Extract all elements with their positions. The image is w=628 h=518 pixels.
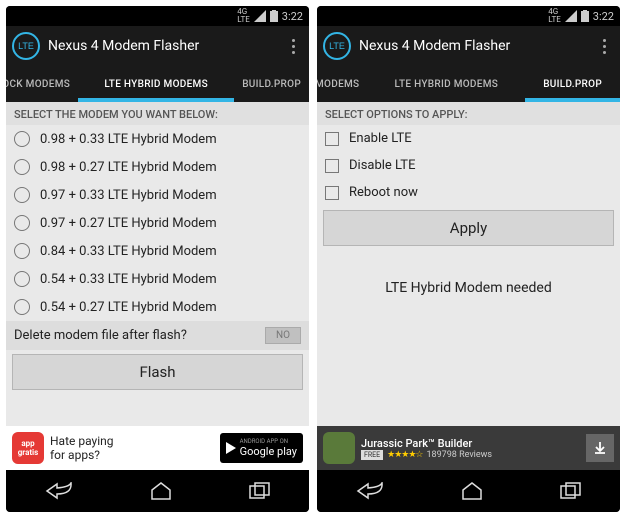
flash-button[interactable]: Flash [12, 354, 303, 390]
modem-label: 0.98 + 0.27 LTE Hybrid Modem [40, 160, 217, 175]
status-bar: 4G LTE 3:22 [6, 6, 309, 26]
badge-top: ANDROID APP ON [240, 438, 297, 445]
download-button[interactable] [586, 434, 614, 462]
nav-bar [6, 470, 309, 512]
option-disable-lte[interactable]: Disable LTE [317, 152, 620, 179]
ad-line2: for apps? [50, 448, 214, 462]
modem-option[interactable]: 0.98 + 0.33 LTE Hybrid Modem [6, 125, 309, 153]
nav-bar [317, 470, 620, 512]
modem-label: 0.84 + 0.33 LTE Hybrid Modem [40, 244, 217, 259]
delete-after-flash-row: Delete modem file after flash? NO [6, 321, 309, 350]
content-area: SELECT OPTIONS TO APPLY: Enable LTE Disa… [317, 102, 620, 470]
ad-banner[interactable]: app gratis Hate paying for apps? ANDROID… [6, 426, 309, 470]
app-icon: LTE [323, 32, 351, 60]
back-icon[interactable] [45, 482, 73, 500]
svg-text:LTE: LTE [329, 41, 345, 51]
action-bar: LTE Nexus 4 Modem Flasher [317, 26, 620, 66]
play-icon [226, 442, 236, 454]
signal-icon [254, 10, 266, 22]
home-icon[interactable] [461, 482, 483, 500]
tab-lte-hybrid-modems[interactable]: LTE HYBRID MODEMS [367, 66, 525, 102]
action-bar: LTE Nexus 4 Modem Flasher [6, 26, 309, 66]
radio-icon [14, 271, 30, 287]
svg-text:LTE: LTE [18, 41, 34, 51]
phone-right: 4G LTE 3:22 LTE Nexus 4 Modem Flasher MO… [317, 6, 620, 512]
status-message: LTE Hybrid Modem needed [317, 250, 620, 326]
recents-icon[interactable] [249, 482, 271, 500]
overflow-menu-icon[interactable] [283, 39, 303, 54]
ad-app-icon: app gratis [12, 432, 44, 464]
download-icon [593, 441, 607, 455]
radio-icon [14, 299, 30, 315]
tab-build-prop[interactable]: BUILD.PROP [234, 66, 309, 102]
network-indicator: 4G LTE [548, 8, 561, 24]
checkbox-icon [325, 159, 339, 173]
tab-build-prop[interactable]: BUILD.PROP [525, 66, 620, 102]
modem-option[interactable]: 0.84 + 0.33 LTE Hybrid Modem [6, 237, 309, 265]
phone-left: 4G LTE 3:22 LTE Nexus 4 Modem Flasher TO… [6, 6, 309, 512]
free-badge: FREE [361, 450, 383, 460]
modem-option[interactable]: 0.54 + 0.27 LTE Hybrid Modem [6, 293, 309, 321]
radio-icon [14, 159, 30, 175]
tab-lte-hybrid-modems[interactable]: LTE HYBRID MODEMS [78, 66, 234, 102]
modem-label: 0.54 + 0.33 LTE Hybrid Modem [40, 272, 217, 287]
radio-icon [14, 215, 30, 231]
ad-banner[interactable]: Jurassic Park™ Builder FREE ★★★★☆ 189798… [317, 426, 620, 470]
tab-stock-modems[interactable]: TOCK MODEMS [6, 66, 78, 102]
battery-icon [270, 10, 278, 22]
option-label: Disable LTE [349, 158, 415, 173]
radio-icon [14, 187, 30, 203]
option-label: Enable LTE [349, 131, 412, 146]
ad-line1: Hate paying [50, 434, 214, 448]
modem-label: 0.98 + 0.33 LTE Hybrid Modem [40, 132, 217, 147]
checkbox-icon [325, 186, 339, 200]
google-play-badge[interactable]: ANDROID APP ON Google play [220, 433, 303, 463]
content-area: SELECT THE MODEM YOU WANT BELOW: 0.98 + … [6, 102, 309, 470]
clock: 3:22 [593, 10, 614, 23]
app-title: Nexus 4 Modem Flasher [359, 38, 586, 54]
signal-icon [565, 10, 577, 22]
modem-option[interactable]: 0.97 + 0.27 LTE Hybrid Modem [6, 209, 309, 237]
ad-app-icon [323, 432, 355, 464]
modem-option[interactable]: 0.98 + 0.27 LTE Hybrid Modem [6, 153, 309, 181]
recents-icon[interactable] [560, 482, 582, 500]
modem-label: 0.97 + 0.27 LTE Hybrid Modem [40, 216, 217, 231]
tab-bar: TOCK MODEMS LTE HYBRID MODEMS BUILD.PROP [6, 66, 309, 102]
apply-button[interactable]: Apply [323, 210, 614, 246]
section-header: SELECT OPTIONS TO APPLY: [317, 102, 620, 125]
badge-label: Google play [240, 445, 297, 458]
app-title: Nexus 4 Modem Flasher [48, 38, 275, 54]
radio-icon [14, 243, 30, 259]
ad-title: Jurassic Park™ Builder [361, 437, 580, 450]
delete-toggle[interactable]: NO [265, 327, 301, 344]
radio-icon [14, 131, 30, 147]
option-label: Reboot now [349, 185, 418, 200]
battery-icon [581, 10, 589, 22]
section-header: SELECT THE MODEM YOU WANT BELOW: [6, 102, 309, 125]
clock: 3:22 [282, 10, 303, 23]
option-enable-lte[interactable]: Enable LTE [317, 125, 620, 152]
modem-option[interactable]: 0.97 + 0.33 LTE Hybrid Modem [6, 181, 309, 209]
app-icon: LTE [12, 32, 40, 60]
status-bar: 4G LTE 3:22 [317, 6, 620, 26]
modem-label: 0.54 + 0.27 LTE Hybrid Modem [40, 300, 217, 315]
checkbox-icon [325, 132, 339, 146]
modem-label: 0.97 + 0.33 LTE Hybrid Modem [40, 188, 217, 203]
option-reboot-now[interactable]: Reboot now [317, 179, 620, 206]
overflow-menu-icon[interactable] [594, 39, 614, 54]
modem-option[interactable]: 0.54 + 0.33 LTE Hybrid Modem [6, 265, 309, 293]
network-indicator: 4G LTE [237, 8, 250, 24]
home-icon[interactable] [150, 482, 172, 500]
back-icon[interactable] [356, 482, 384, 500]
delete-label: Delete modem file after flash? [14, 328, 187, 343]
tab-bar: MODEMS LTE HYBRID MODEMS BUILD.PROP [317, 66, 620, 102]
tab-modems[interactable]: MODEMS [317, 66, 367, 102]
review-count: 189798 Reviews [426, 450, 492, 460]
star-rating: ★★★★☆ [387, 450, 422, 460]
